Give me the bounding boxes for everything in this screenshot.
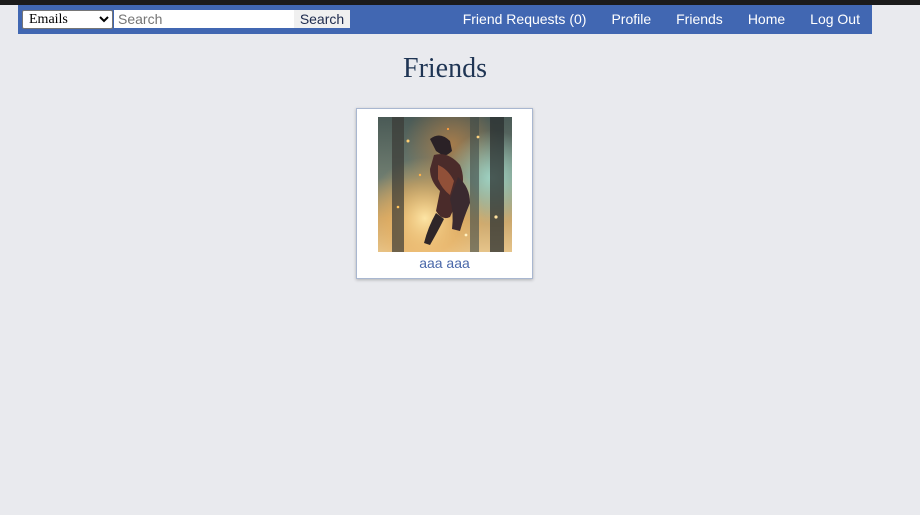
- search-button[interactable]: Search: [294, 10, 350, 28]
- page-title: Friends: [403, 53, 487, 84]
- top-navbar: Emails Search Friend Requests (0) Profil…: [18, 5, 872, 34]
- nav-log-out[interactable]: Log Out: [810, 5, 860, 34]
- friend-name-link[interactable]: aaa aaa: [357, 255, 532, 272]
- friend-avatar-photo[interactable]: [378, 117, 512, 252]
- friend-card[interactable]: aaa aaa: [356, 108, 533, 279]
- nav-profile[interactable]: Profile: [611, 5, 651, 34]
- nav-friends[interactable]: Friends: [676, 5, 723, 34]
- search-type-select[interactable]: Emails: [22, 10, 113, 29]
- nav-links: Friend Requests (0) Profile Friends Home…: [438, 5, 860, 34]
- search-input[interactable]: [114, 10, 294, 28]
- nav-home[interactable]: Home: [748, 5, 785, 34]
- nav-friend-requests[interactable]: Friend Requests (0): [463, 5, 587, 34]
